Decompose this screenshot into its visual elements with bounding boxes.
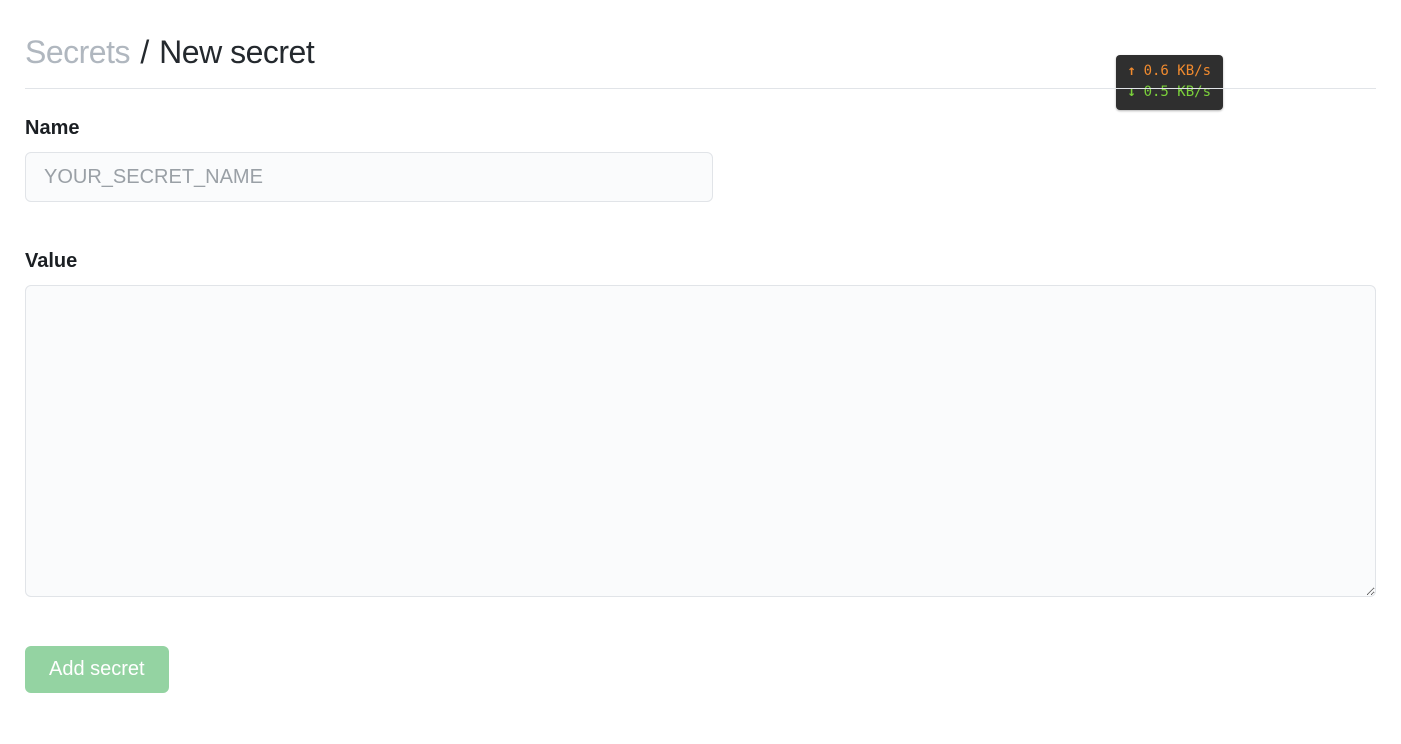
breadcrumb: Secrets / New secret xyxy=(25,32,314,72)
secret-name-input[interactable] xyxy=(25,152,713,202)
value-field-section: Value xyxy=(25,250,1376,602)
name-field-section: Name xyxy=(25,117,1376,202)
secret-value-textarea[interactable] xyxy=(25,285,1376,597)
breadcrumb-parent[interactable]: Secrets xyxy=(25,34,130,70)
breadcrumb-current: New secret xyxy=(159,34,314,70)
breadcrumb-separator: / xyxy=(140,34,148,70)
value-label: Value xyxy=(25,250,1376,273)
name-label: Name xyxy=(25,117,1376,140)
add-secret-button[interactable]: Add secret xyxy=(25,646,169,693)
page-header: Secrets / New secret xyxy=(25,32,1376,89)
